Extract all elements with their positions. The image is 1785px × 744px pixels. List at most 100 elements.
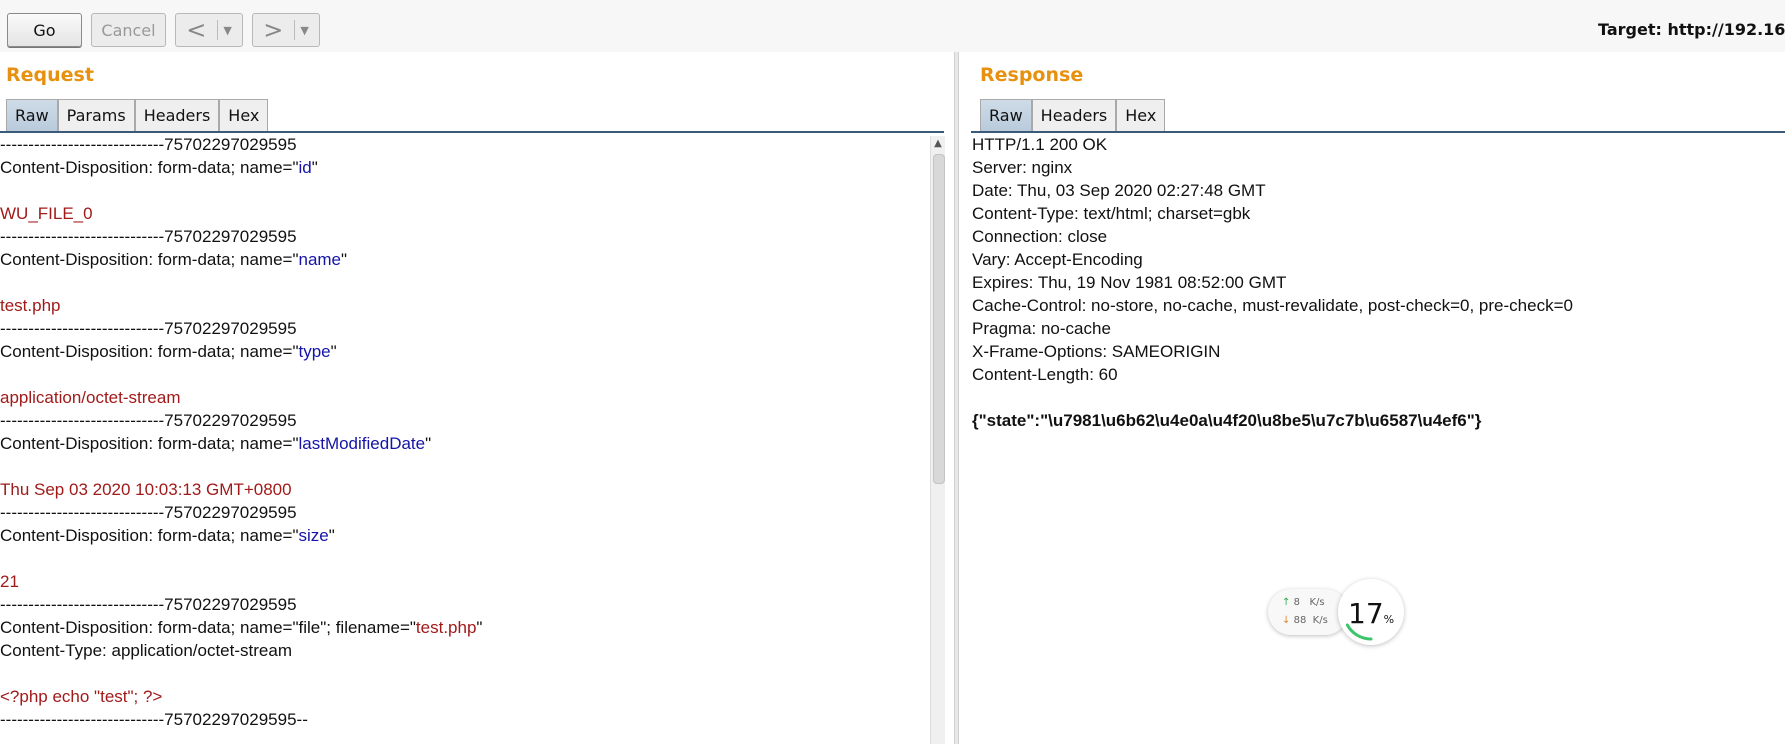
text-segment: " bbox=[330, 342, 337, 361]
text-segment: -----------------------------75702297029… bbox=[0, 503, 297, 522]
text-segment: " bbox=[476, 618, 483, 637]
text-line bbox=[0, 455, 928, 478]
text-line: {"state":"\u7981\u6b62\u4e0a\u4f20\u8be5… bbox=[972, 409, 1785, 432]
back-arrow-icon: < bbox=[186, 16, 207, 44]
text-segment: size bbox=[298, 526, 329, 545]
request-body-editor[interactable]: -----------------------------75702297029… bbox=[0, 133, 928, 744]
resp-tab-raw[interactable]: Raw bbox=[980, 99, 1032, 132]
resp-tab-hex[interactable]: Hex bbox=[1116, 99, 1166, 132]
text-segment: application/octet-stream bbox=[0, 388, 181, 407]
text-segment: Pragma: no-cache bbox=[972, 319, 1111, 338]
cpu-gauge: 17% bbox=[1338, 579, 1404, 645]
text-segment: Content-Disposition: form-data; name="fi… bbox=[0, 618, 416, 637]
text-segment: Connection: close bbox=[972, 227, 1108, 246]
request-tabs: Raw Params Headers Hex bbox=[6, 99, 269, 132]
text-segment: test.php bbox=[415, 618, 477, 637]
forward-history-dropdown-icon[interactable]: ▼ bbox=[300, 24, 308, 37]
text-line: -----------------------------75702297029… bbox=[0, 225, 928, 248]
text-line: -----------------------------75702297029… bbox=[0, 409, 928, 432]
text-line: -----------------------------75702297029… bbox=[0, 133, 928, 156]
upload-arrow-icon: ↑ bbox=[1282, 597, 1291, 608]
speed-readout: ↑ 8 K/s ↓ 88 K/s bbox=[1268, 589, 1348, 635]
text-line: Vary: Accept-Encoding bbox=[972, 248, 1785, 271]
download-speed: 88 bbox=[1293, 615, 1307, 626]
scroll-up-icon[interactable]: ▲ bbox=[931, 136, 945, 152]
text-segment: " bbox=[328, 526, 335, 545]
text-line: Date: Thu, 03 Sep 2020 02:27:48 GMT bbox=[972, 179, 1785, 202]
req-tab-params[interactable]: Params bbox=[57, 99, 135, 132]
text-segment: test.php bbox=[0, 296, 61, 315]
request-scrollbar[interactable]: ▲ bbox=[930, 136, 945, 744]
text-segment: " bbox=[341, 250, 348, 269]
pane-splitter[interactable] bbox=[954, 52, 959, 744]
text-segment: Content-Disposition: form-data; name=" bbox=[0, 434, 299, 453]
response-body-viewer[interactable]: HTTP/1.1 200 OK Server: nginx Date: Thu, 0… bbox=[972, 133, 1785, 744]
text-segment: 21 bbox=[0, 572, 19, 591]
text-line: <?php echo "test"; ?> bbox=[0, 685, 928, 708]
text-segment: " bbox=[425, 434, 432, 453]
text-line: -----------------------------75702297029… bbox=[0, 501, 928, 524]
text-segment: name bbox=[298, 250, 342, 269]
text-segment: <?php echo "test"; ?> bbox=[0, 687, 163, 706]
text-line: X-Frame-Options: SAMEORIGIN bbox=[972, 340, 1785, 363]
req-tab-headers[interactable]: Headers bbox=[134, 99, 220, 132]
text-line: Server: nginx bbox=[972, 156, 1785, 179]
text-segment: Content-Disposition: form-data; name=" bbox=[0, 250, 299, 269]
text-segment: Date: Thu, 03 Sep 2020 02:27:48 GMT bbox=[972, 181, 1266, 200]
text-segment: -----------------------------75702297029… bbox=[0, 227, 297, 246]
text-line: Expires: Thu, 19 Nov 1981 08:52:00 GMT bbox=[972, 271, 1785, 294]
req-tab-raw[interactable]: Raw bbox=[6, 99, 58, 132]
resp-tab-headers[interactable]: Headers bbox=[1031, 99, 1117, 132]
forward-button[interactable]: > ▼ bbox=[252, 13, 320, 47]
text-segment: " bbox=[311, 158, 318, 177]
text-segment: Thu Sep 03 2020 10:03:13 GMT+0800 bbox=[0, 480, 292, 499]
text-line: test.php bbox=[0, 294, 928, 317]
text-line bbox=[0, 179, 928, 202]
net-speed-widget[interactable]: ↑ 8 K/s ↓ 88 K/s 17% bbox=[1268, 579, 1408, 649]
text-segment: -----------------------------75702297029… bbox=[0, 135, 297, 154]
upload-speed: 8 bbox=[1293, 597, 1300, 608]
text-line bbox=[972, 386, 1785, 409]
text-line: HTTP/1.1 200 OK bbox=[972, 133, 1785, 156]
text-line bbox=[0, 271, 928, 294]
text-line: Content-Disposition: form-data; name="id… bbox=[0, 156, 928, 179]
scrollbar-thumb[interactable] bbox=[933, 154, 945, 484]
cpu-percent: 17 bbox=[1348, 597, 1384, 630]
text-segment: HTTP/1.1 200 OK bbox=[972, 135, 1108, 154]
upload-unit: K/s bbox=[1309, 597, 1325, 608]
request-title: Request bbox=[6, 64, 94, 86]
text-line: Connection: close bbox=[972, 225, 1785, 248]
separator bbox=[217, 20, 219, 40]
text-line: 21 bbox=[0, 570, 928, 593]
text-segment: id bbox=[298, 158, 312, 177]
text-line: Content-Disposition: form-data; name="la… bbox=[0, 432, 928, 455]
text-segment: Server: nginx bbox=[972, 158, 1073, 177]
back-history-dropdown-icon[interactable]: ▼ bbox=[223, 24, 231, 37]
text-line bbox=[0, 547, 928, 570]
response-title: Response bbox=[980, 64, 1084, 86]
text-segment: Content-Type: text/html; charset=gbk bbox=[972, 204, 1251, 223]
text-segment: Cache-Control: no-store, no-cache, must-… bbox=[972, 296, 1573, 315]
text-segment: type bbox=[298, 342, 331, 361]
text-line bbox=[0, 662, 928, 685]
text-segment: Content-Type: application/octet-stream bbox=[0, 641, 292, 660]
text-line: -----------------------------75702297029… bbox=[0, 317, 928, 340]
text-line: -----------------------------75702297029… bbox=[0, 708, 928, 731]
response-tabs: Raw Headers Hex bbox=[980, 99, 1166, 132]
text-line: Content-Disposition: form-data; name="na… bbox=[0, 248, 928, 271]
text-segment: Content-Length: 60 bbox=[972, 365, 1118, 384]
text-segment: -----------------------------75702297029… bbox=[0, 710, 308, 729]
text-line: Content-Disposition: form-data; name="fi… bbox=[0, 616, 928, 639]
target-label[interactable]: Target: http://192.168.7 bbox=[1598, 20, 1785, 39]
text-segment: Content-Disposition: form-data; name=" bbox=[0, 526, 299, 545]
text-line: Content-Disposition: form-data; name="si… bbox=[0, 524, 928, 547]
separator bbox=[294, 20, 296, 40]
back-button[interactable]: < ▼ bbox=[175, 13, 243, 47]
go-button[interactable]: Go bbox=[7, 13, 82, 47]
text-line bbox=[0, 363, 928, 386]
text-line: -----------------------------75702297029… bbox=[0, 593, 928, 616]
text-segment: WU_FILE_0 bbox=[0, 204, 93, 223]
text-line: Content-Type: application/octet-stream bbox=[0, 639, 928, 662]
cancel-button[interactable]: Cancel bbox=[91, 13, 166, 47]
req-tab-hex[interactable]: Hex bbox=[219, 99, 269, 132]
